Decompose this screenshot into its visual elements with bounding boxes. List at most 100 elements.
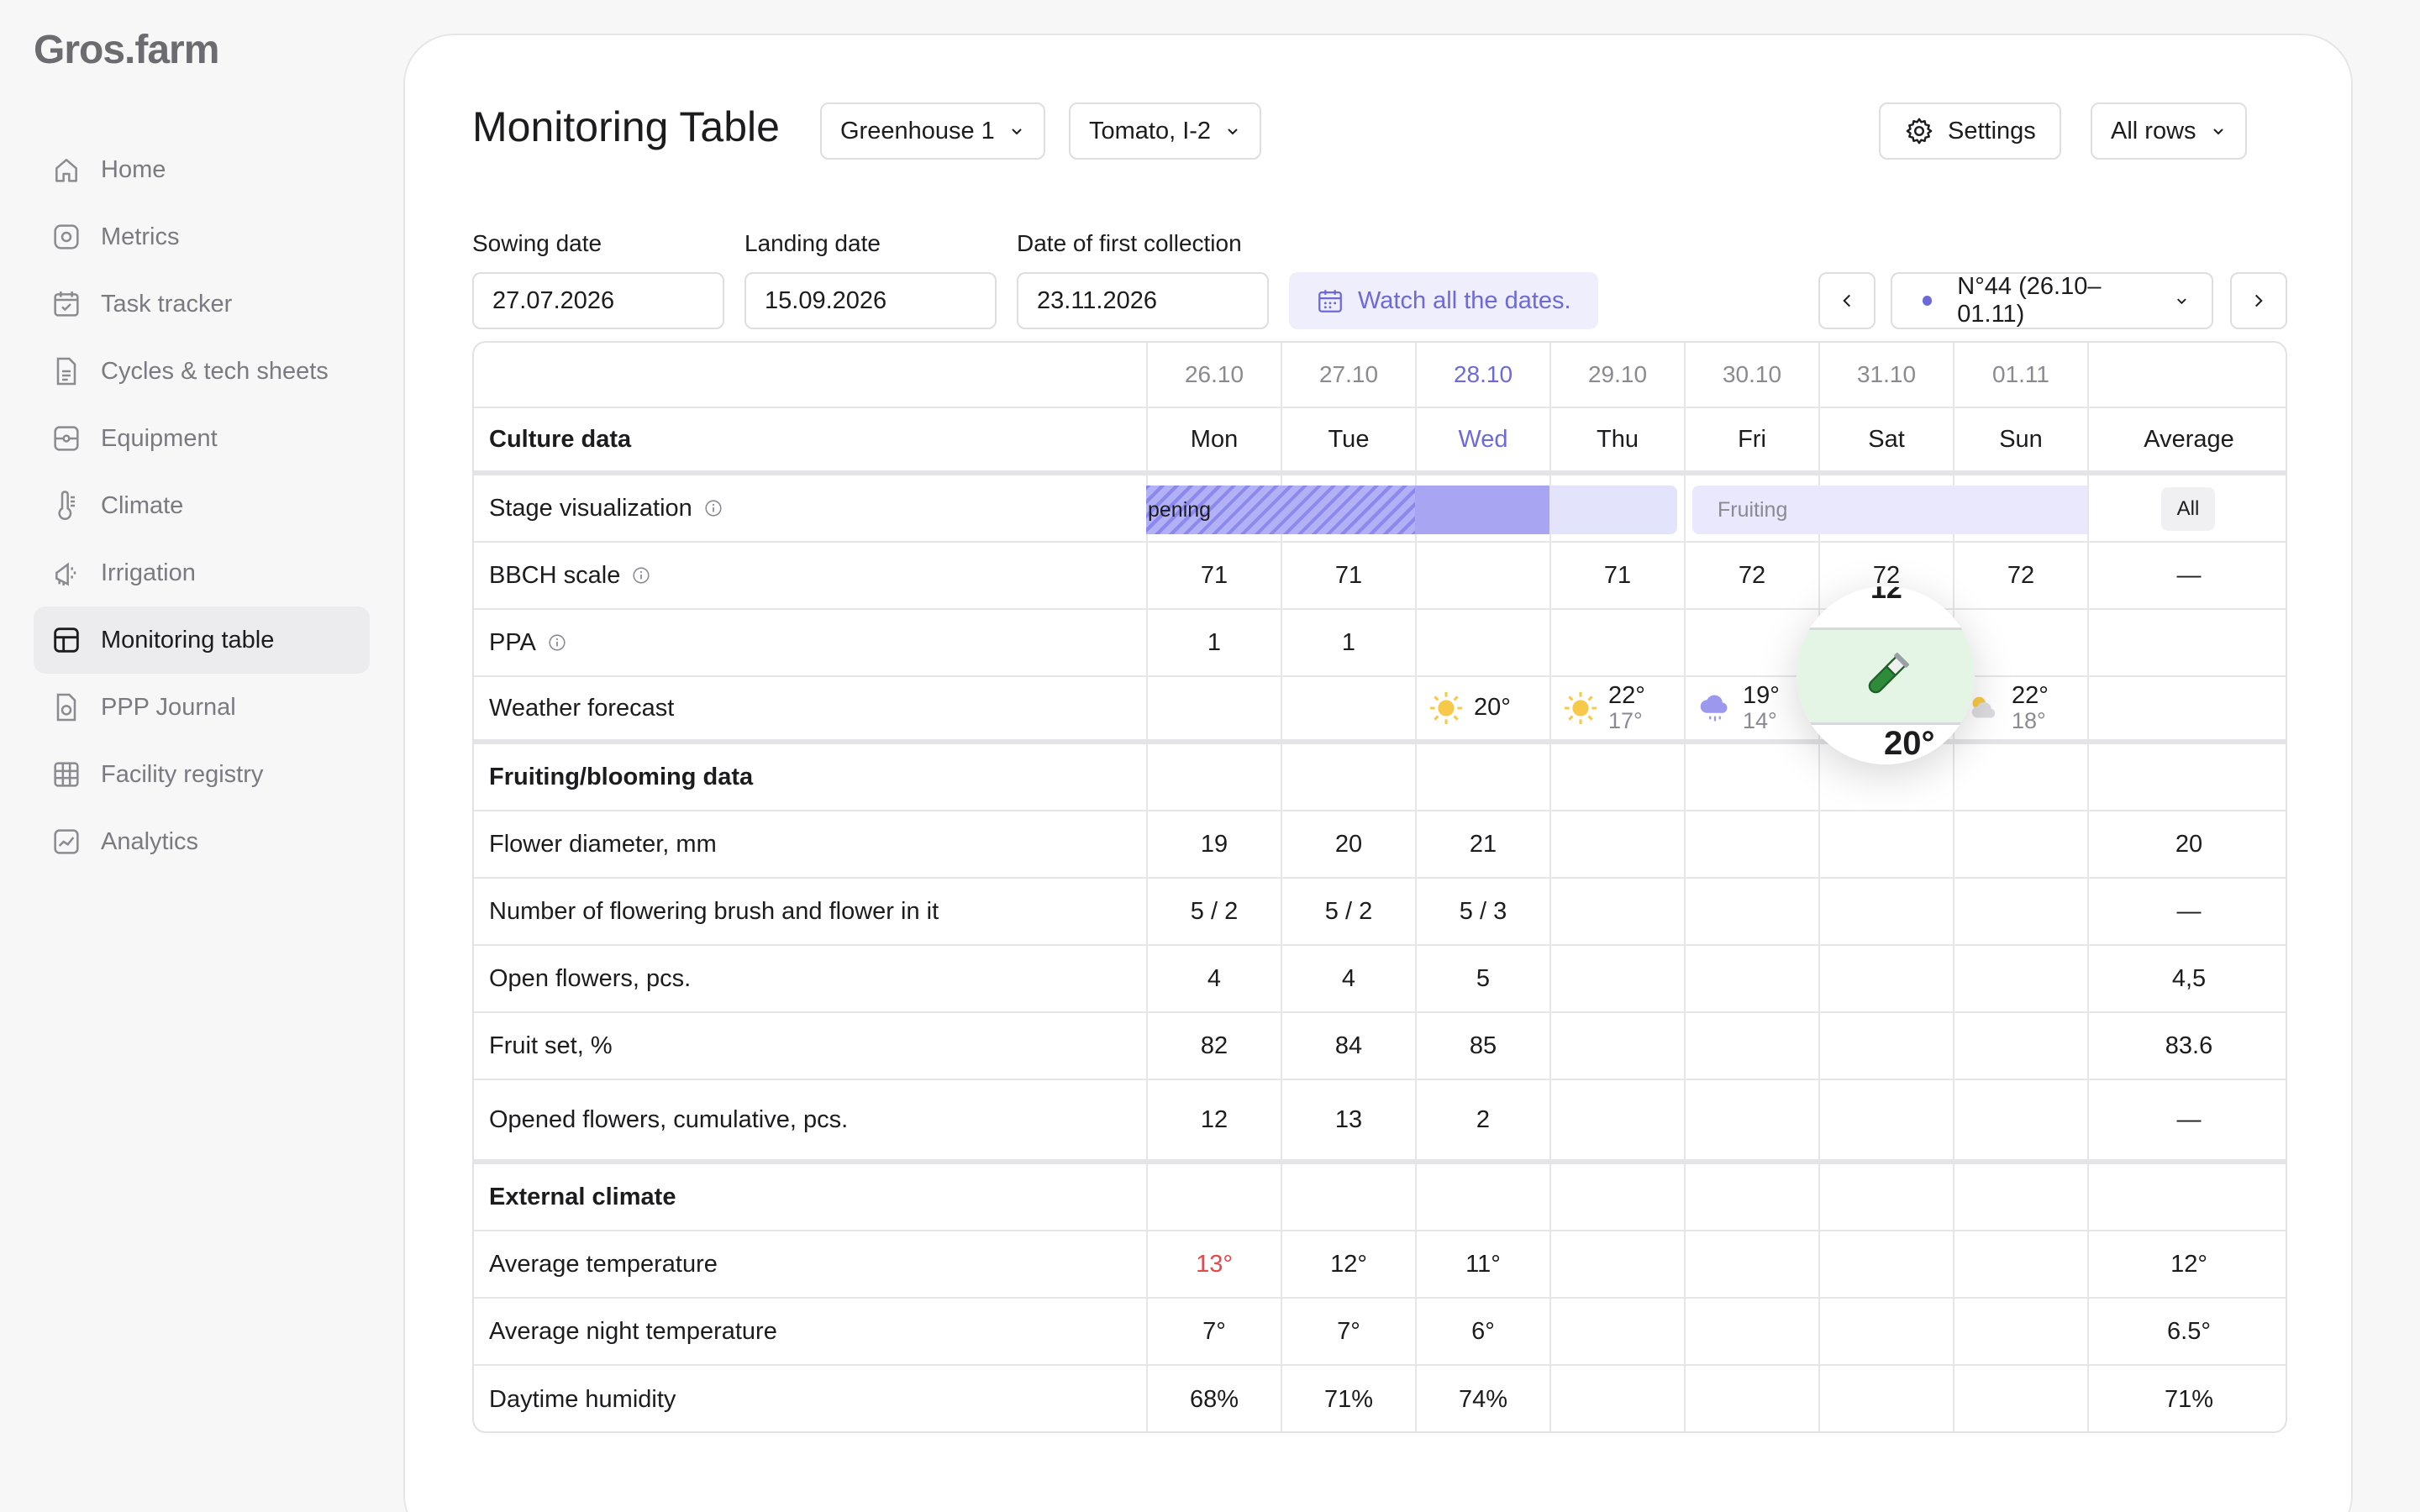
value-cell: 7° [1281, 1299, 1415, 1364]
day-header: Sun [1953, 408, 2087, 470]
sidebar-item-facility-registry[interactable]: Facility registry [34, 741, 370, 808]
stage-ripening-bar[interactable]: pening [1146, 486, 1415, 534]
average-cell: 20 [2087, 811, 2286, 877]
thermometer-icon [49, 488, 84, 523]
sidebar-item-equipment[interactable]: Equipment [34, 405, 370, 472]
chevron-down-icon [2212, 129, 2223, 135]
average-cell: 4,5 [2087, 946, 2286, 1011]
value-cell [1549, 1080, 1684, 1159]
sidebar-item-monitoring-table[interactable]: Monitoring table [34, 606, 370, 674]
table-cell [1549, 744, 1684, 810]
weather-high: 22° [2012, 682, 2049, 709]
stage-transition-bar[interactable] [1549, 486, 1677, 534]
stage-ripening-bar-current[interactable] [1415, 486, 1549, 534]
row-label-text: BBCH scale [489, 561, 621, 589]
rows-filter-dropdown[interactable]: All rows [2091, 102, 2247, 160]
landing-date-field[interactable]: 15.09.2026 [744, 272, 997, 329]
info-icon[interactable] [632, 566, 650, 585]
value-cell: 1 [1146, 610, 1281, 675]
sidebar: Gros.farm Home Metrics Task tracker Cycles … [0, 0, 403, 1512]
average-cell: 83.6 [2087, 1013, 2286, 1079]
value-cell [1818, 811, 1953, 877]
greenhouse-dropdown[interactable]: Greenhouse 1 [820, 102, 1045, 160]
value-cell: 85 [1415, 1013, 1549, 1079]
rows-filter-label: All rows [2111, 117, 2196, 144]
weather-low: 14° [1743, 708, 1777, 733]
date-header: 27.10 [1281, 343, 1415, 407]
value-cell: 74% [1415, 1366, 1549, 1431]
first-collection-label: Date of first collection [1017, 230, 1242, 256]
row-label-text: Open flowers, pcs. [489, 964, 692, 992]
sidebar-item-ppp-journal[interactable]: PPP Journal [34, 674, 370, 741]
next-week-button[interactable] [2230, 272, 2287, 329]
sidebar-item-task-tracker[interactable]: Task tracker [34, 270, 370, 338]
info-icon[interactable] [548, 633, 566, 652]
sidebar-item-label: Metrics [101, 223, 180, 250]
weather-high: 22° [1608, 682, 1645, 709]
stage-all-button[interactable]: All [2161, 487, 2215, 531]
value-cell [1953, 1080, 2087, 1159]
section-external-climate-row: External climate [474, 1164, 2286, 1231]
value-cell: 13° [1146, 1231, 1281, 1297]
sidebar-item-label: Monitoring table [101, 626, 275, 654]
value-cell: 19 [1146, 811, 1281, 877]
value-cell [1684, 1231, 1818, 1297]
sidebar-item-metrics[interactable]: Metrics [34, 203, 370, 270]
value-cell: 5 / 2 [1146, 879, 1281, 944]
grid-icon [49, 757, 84, 792]
info-icon[interactable] [704, 499, 723, 517]
value-cell: 5 [1415, 946, 1549, 1011]
weather-day: 19° 14° [1696, 677, 1780, 739]
value-cell: 4 [1146, 946, 1281, 1011]
row-label-text: External climate [489, 1183, 676, 1210]
settings-button[interactable]: Settings [1879, 102, 2061, 160]
opened-cumulative-row: Opened flowers, cumulative, pcs. 12 13 2 — [474, 1080, 2286, 1164]
table-header-dates: 26.10 27.10 28.10 29.10 30.10 31.10 01.11 [474, 343, 2286, 408]
sidebar-item-irrigation[interactable]: Irrigation [34, 539, 370, 606]
row-label-text: Average temperature [489, 1250, 718, 1278]
sidebar-item-label: Cycles & tech sheets [101, 357, 329, 385]
first-collection-field[interactable]: 23.11.2026 [1017, 272, 1269, 329]
chevron-right-icon [2254, 294, 2263, 307]
average-cell: — [2087, 543, 2286, 608]
stage-fruiting-label: Fruiting [1718, 497, 1788, 522]
stage-visualization-row: Stage visualization pening Fruiting All [474, 475, 2286, 543]
journal-icon [49, 690, 84, 725]
previous-week-button[interactable] [1818, 272, 1876, 329]
ppa-cell-highlight[interactable] [1797, 630, 1975, 722]
sidebar-item-home[interactable]: Home [34, 136, 370, 203]
sidebar-item-climate[interactable]: Climate [34, 472, 370, 539]
row-label: Fruit set, % [474, 1013, 1146, 1079]
row-label-text: Average night temperature [489, 1317, 777, 1345]
value-cell [1953, 1231, 2087, 1297]
week-selector[interactable]: N°44 (26.10–01.11) [1891, 272, 2213, 329]
crop-dropdown[interactable]: Tomato, I-2 [1069, 102, 1262, 160]
metrics-icon [49, 219, 84, 255]
sowing-date-field[interactable]: 27.07.2026 [472, 272, 724, 329]
sidebar-item-label: Analytics [101, 827, 199, 855]
watch-all-dates-button[interactable]: Watch all the dates. [1289, 272, 1598, 329]
value-cell: 71 [1281, 543, 1415, 608]
table-cell [2087, 677, 2286, 739]
value-cell [1415, 610, 1549, 675]
row-label-text: Opened flowers, cumulative, pcs. [489, 1105, 849, 1133]
row-label: Flower diameter, mm [474, 811, 1146, 877]
date-header: 01.11 [1953, 343, 2087, 407]
row-label: Average night temperature [474, 1299, 1146, 1364]
row-label: Number of flowering brush and flower in … [474, 879, 1146, 944]
value-cell: 12 [1146, 1080, 1281, 1159]
average-cell: 12° [2087, 1231, 2286, 1297]
value-cell [1549, 879, 1684, 944]
date-header: 31.10 [1818, 343, 1953, 407]
weather-high: 19° [1743, 682, 1780, 709]
value-cell [1684, 1366, 1818, 1431]
day-header: Thu [1549, 408, 1684, 470]
value-cell [1549, 1231, 1684, 1297]
sidebar-item-label: Task tracker [101, 290, 233, 318]
table-cell [1549, 1164, 1684, 1230]
sidebar-item-analytics[interactable]: Analytics [34, 808, 370, 875]
weather-day: 22° 17° [1561, 677, 1645, 739]
stage-fruiting-bar[interactable]: Fruiting [1692, 486, 2087, 534]
row-label: BBCH scale [474, 543, 1146, 608]
sidebar-item-cycles-tech-sheets[interactable]: Cycles & tech sheets [34, 338, 370, 405]
